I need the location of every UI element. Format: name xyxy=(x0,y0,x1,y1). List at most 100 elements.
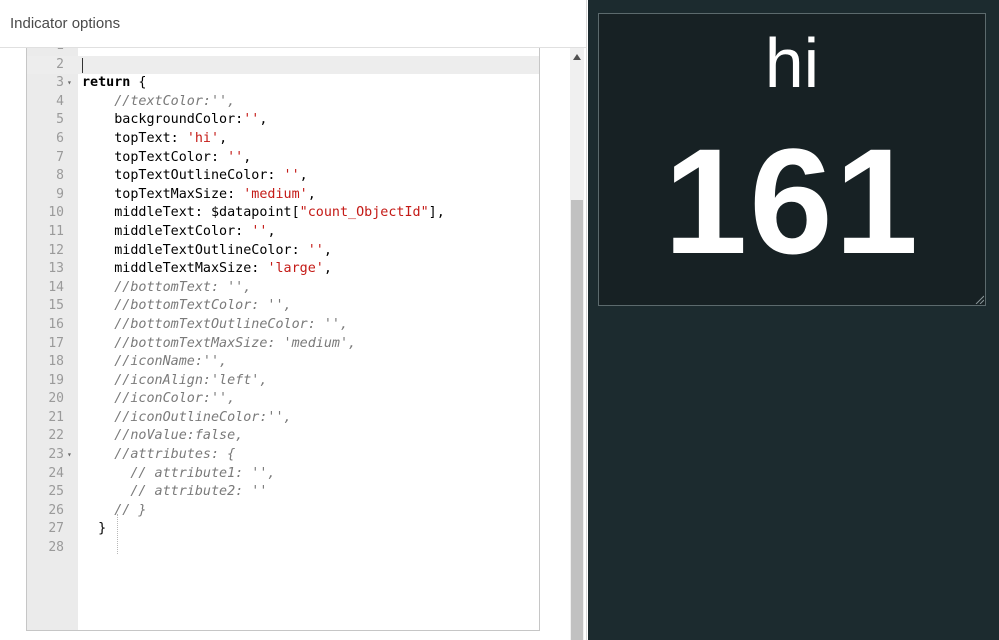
code-line[interactable]: 3 ▾ return { xyxy=(27,74,539,93)
code-line[interactable]: 5 backgroundColor:'', xyxy=(27,111,539,130)
line-text: //attributes: { xyxy=(82,446,235,465)
code-line[interactable]: 4 //textColor:'', xyxy=(27,93,539,112)
code-token: middleTextOutlineColor: xyxy=(82,242,308,258)
line-text: middleTextMaxSize: 'large', xyxy=(82,260,332,279)
line-number: 1 xyxy=(27,48,64,56)
code-line[interactable]: 6 topText: 'hi', xyxy=(27,130,539,149)
code-line[interactable]: 16 //bottomTextOutlineColor: '', xyxy=(27,316,539,335)
comment-token: //iconName:'', xyxy=(82,354,228,370)
code-line[interactable]: 11 middleTextColor: '', xyxy=(27,223,539,242)
code-line[interactable]: 24 // attribute1: '', xyxy=(27,465,539,484)
code-line[interactable]: 20 //iconColor:'', xyxy=(27,390,539,409)
preview-panel: hi 161 xyxy=(588,0,999,640)
line-text: // attribute2: '' xyxy=(82,483,267,502)
code-line[interactable]: 27 } xyxy=(27,520,539,539)
keyword-token: return xyxy=(82,75,131,91)
line-text: //iconColor:'', xyxy=(82,390,235,409)
line-number: 28 xyxy=(48,540,64,556)
scroll-up-arrow-icon[interactable] xyxy=(573,54,581,60)
code-line[interactable]: 17 //bottomTextMaxSize: 'medium', xyxy=(27,335,539,354)
code-line[interactable]: 19 //iconAlign:'left', xyxy=(27,372,539,391)
comment-token: //attributes: { xyxy=(82,447,236,463)
line-number: 26 xyxy=(48,502,64,518)
scrollbar-thumb[interactable] xyxy=(571,200,583,640)
indent-guide xyxy=(117,514,119,554)
vertical-scrollbar[interactable] xyxy=(570,48,584,640)
line-text: //iconName:'', xyxy=(82,353,227,372)
line-number: 9 xyxy=(56,186,64,202)
code-line[interactable]: 7 topTextColor: '', xyxy=(27,149,539,168)
code-editor[interactable]: 123▾return {4 //textColor:'',5 backgroun… xyxy=(26,48,540,631)
line-text: middleTextColor: '', xyxy=(82,223,275,242)
line-text: //iconAlign:'left', xyxy=(82,372,267,391)
line-number: 20 xyxy=(48,391,64,407)
line-number: 16 xyxy=(48,316,64,332)
code-line[interactable]: 13 middleTextMaxSize: 'large', xyxy=(27,260,539,279)
line-text: //noValue:false, xyxy=(82,427,243,446)
comment-token: //iconAlign:'left', xyxy=(82,372,268,388)
line-number: 8 xyxy=(56,168,64,184)
fold-toggle-icon[interactable]: ▾ xyxy=(67,74,72,93)
code-token: , xyxy=(219,130,228,146)
code-line[interactable]: 9 topTextMaxSize: 'medium', xyxy=(27,186,539,205)
comment-token: //noValue:false, xyxy=(82,428,244,444)
code-token: , xyxy=(323,242,332,258)
line-text: // } xyxy=(82,502,147,521)
code-line[interactable]: 18 //iconName:'', xyxy=(27,353,539,372)
code-line[interactable]: 22 //noValue:false, xyxy=(27,427,539,446)
code-token: topText: xyxy=(82,130,187,146)
line-number: 3 xyxy=(56,75,64,91)
line-number: 19 xyxy=(48,372,64,388)
comment-token: // } xyxy=(82,502,147,518)
code-line[interactable]: 21 //iconOutlineColor:'', xyxy=(27,409,539,428)
code-lines[interactable]: 123▾return {4 //textColor:'',5 backgroun… xyxy=(27,48,539,558)
code-token: topTextMaxSize: xyxy=(82,186,244,202)
line-number: 15 xyxy=(48,298,64,314)
line-number: 14 xyxy=(48,279,64,295)
code-line[interactable]: 14 //bottomText: '', xyxy=(27,279,539,298)
text-cursor xyxy=(82,57,83,73)
comment-token: //textColor:'', xyxy=(82,93,236,109)
string-token: '' xyxy=(283,168,300,184)
string-token: 'hi' xyxy=(186,130,220,146)
string-token: '' xyxy=(243,112,260,128)
line-text: topTextMaxSize: 'medium', xyxy=(82,186,316,205)
code-line[interactable]: 23 ▾ //attributes: { xyxy=(27,446,539,465)
code-line[interactable]: 2 xyxy=(27,55,539,75)
code-token: backgroundColor: xyxy=(82,112,244,128)
code-line[interactable]: 12 middleTextOutlineColor: '', xyxy=(27,242,539,261)
fold-toggle-icon[interactable]: ▾ xyxy=(67,446,72,465)
line-text: //bottomTextColor: '', xyxy=(82,297,291,316)
resize-handle-icon[interactable] xyxy=(975,295,984,304)
panel-divider xyxy=(586,0,587,640)
comment-token: // attribute1: '', xyxy=(82,465,276,481)
line-text: topTextColor: '', xyxy=(82,149,251,168)
line-text: topText: 'hi', xyxy=(82,130,227,149)
line-text: //bottomTextOutlineColor: '', xyxy=(82,316,348,335)
line-number: 23 xyxy=(48,447,64,463)
line-text: // attribute1: '', xyxy=(82,465,275,484)
line-number: 6 xyxy=(56,130,64,146)
comment-token: //bottomTextMaxSize: 'medium', xyxy=(82,335,357,351)
code-line[interactable]: 25 // attribute2: '' xyxy=(27,483,539,502)
panel-header: Indicator options xyxy=(0,0,586,48)
code-line[interactable]: 26 // } xyxy=(27,502,539,521)
line-text: //textColor:'', xyxy=(82,93,235,112)
code-token: middleText: $datapoint[ xyxy=(82,205,300,221)
code-line[interactable]: 8 topTextOutlineColor: '', xyxy=(27,167,539,186)
line-number: 17 xyxy=(48,335,64,351)
line-number: 10 xyxy=(48,205,64,221)
code-line[interactable]: 10 middleText: $datapoint["count_ObjectI… xyxy=(27,204,539,223)
string-token: 'medium' xyxy=(243,186,308,202)
code-token: , xyxy=(307,186,316,202)
code-token: , xyxy=(299,168,308,184)
code-line[interactable]: 1 xyxy=(27,48,539,56)
code-token: { xyxy=(130,75,147,91)
code-token: middleTextColor: xyxy=(82,223,252,239)
line-number: 24 xyxy=(48,465,64,481)
line-number: 13 xyxy=(48,261,64,277)
code-token: topTextOutlineColor: xyxy=(82,168,284,184)
comment-token: //bottomTextOutlineColor: '', xyxy=(82,316,349,332)
code-line[interactable]: 28 xyxy=(27,539,539,558)
code-line[interactable]: 15 //bottomTextColor: '', xyxy=(27,297,539,316)
